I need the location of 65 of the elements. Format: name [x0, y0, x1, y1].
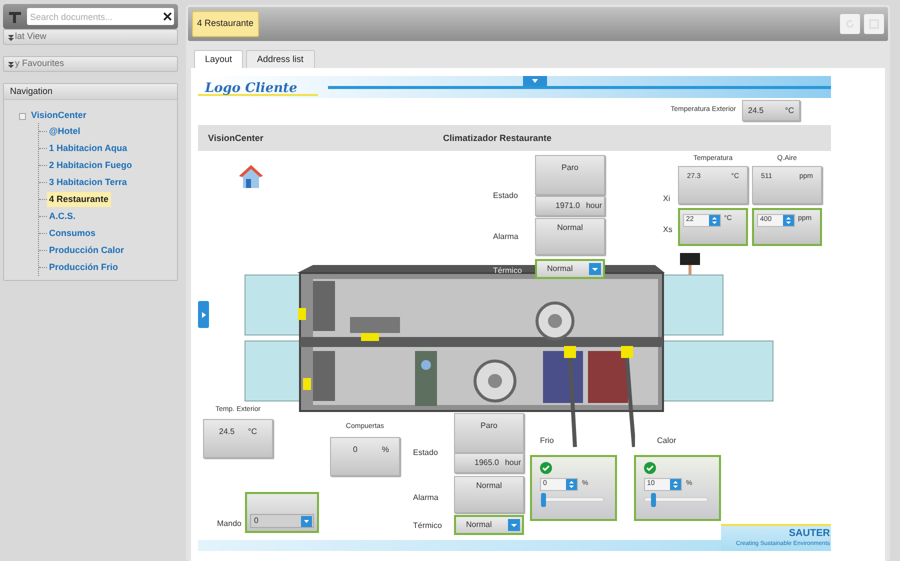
dropdown[interactable]: Normal	[535, 259, 605, 279]
value-display: 1971.0 hour	[535, 196, 605, 216]
side-panel-toggle[interactable]	[198, 301, 209, 328]
logo-text: Logo Cliente	[205, 80, 298, 98]
panel-title: Navigation	[10, 84, 53, 98]
search-field[interactable]: Search documents...	[27, 8, 160, 25]
tree-item[interactable]: @Hotel	[47, 124, 82, 140]
caret-icon	[532, 79, 538, 83]
field-label: Frio	[540, 435, 554, 447]
tab[interactable]: Layout	[194, 50, 244, 68]
field-label: Estado	[413, 447, 438, 459]
document-title: 4 Restaurante	[192, 11, 259, 37]
value-display: 24.5 °C	[742, 100, 800, 121]
collapsible-section-header[interactable]: lat View	[3, 29, 178, 45]
tree-item[interactable]: 3 Habitacion Terra	[47, 174, 129, 190]
tree-item[interactable]: A.C.S.	[47, 208, 78, 224]
field-label: Térmico	[493, 265, 522, 277]
field-label: Estado	[493, 190, 518, 202]
row-label: Xi	[663, 193, 670, 205]
tree-item[interactable]: VisionCenter	[31, 109, 86, 123]
value-display: 24.5 °C	[203, 419, 273, 458]
close-icon	[162, 12, 172, 21]
expand-icon	[8, 34, 14, 40]
dropdown-button[interactable]	[523, 76, 547, 86]
row-label: Xs	[663, 224, 672, 236]
caret-icon	[202, 312, 206, 318]
value-display: 1965.0 hour	[454, 453, 524, 473]
bar-title: VisionCenter	[208, 132, 264, 145]
brand-name: SAUTER	[788, 529, 830, 539]
home-icon[interactable]	[238, 164, 264, 189]
bar-title: Climatizador Restaurante	[443, 132, 552, 145]
field-label: Alarma	[413, 492, 438, 504]
collapse-icon[interactable]	[19, 112, 26, 120]
tree-item[interactable]: 2 Habitacion Fuego	[47, 158, 134, 174]
section-title: lat View	[15, 30, 46, 44]
caret-icon	[589, 263, 601, 275]
slider-thumb[interactable]	[541, 493, 546, 507]
tree-item[interactable]: Producción Calor	[47, 242, 126, 258]
status-display: Normal	[535, 218, 605, 255]
collapsible-section-header[interactable]: y Favourites	[3, 56, 178, 72]
slider-thumb[interactable]	[650, 493, 656, 507]
spinner-arrows-icon	[566, 479, 577, 490]
clear-button[interactable]	[160, 8, 174, 25]
caret-icon	[508, 519, 520, 531]
section-title: y Favourites	[15, 57, 64, 70]
status-display: Normal	[454, 476, 524, 513]
field-label: Térmico	[413, 520, 442, 532]
status-display: Paro	[535, 155, 605, 195]
spinner-arrows-icon	[709, 215, 720, 226]
spinner-arrows-icon	[670, 479, 681, 490]
tree-item[interactable]: Producción Frio	[47, 260, 120, 276]
value-display: 0 %	[330, 437, 400, 476]
tree-item[interactable]: 1 Habitacion Aqua	[47, 140, 130, 156]
tree-item[interactable]: 4 Restaurante	[47, 192, 111, 208]
tree-item[interactable]: Consumos	[47, 226, 98, 242]
field-label: Mando	[217, 518, 242, 530]
dropdown[interactable]: 0	[250, 514, 314, 528]
caret-icon	[301, 516, 312, 526]
field-label: Calor	[657, 435, 676, 447]
tab[interactable]: Address list	[246, 50, 315, 68]
field-label: Alarma	[493, 231, 518, 243]
dropdown[interactable]: Normal	[454, 515, 524, 535]
spinner-arrows-icon	[783, 215, 794, 226]
expand-icon	[8, 60, 14, 68]
status-display: Paro	[454, 413, 524, 453]
